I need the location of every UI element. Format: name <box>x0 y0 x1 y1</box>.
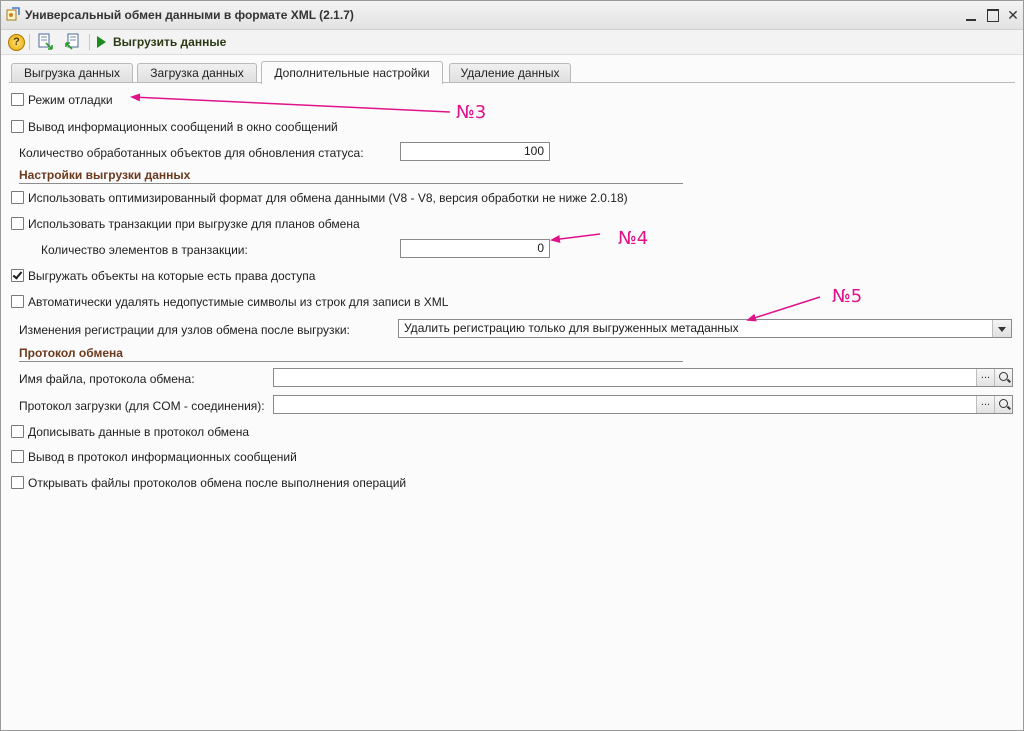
use-transactions-checkbox[interactable]: Использовать транзакции при выгрузке для… <box>11 217 360 231</box>
use-transactions-label: Использовать транзакции при выгрузке для… <box>28 217 360 231</box>
browse-button[interactable]: ... <box>976 396 994 413</box>
load-settings-button[interactable] <box>37 33 55 51</box>
transaction-count-input[interactable]: 0 <box>400 239 550 258</box>
chevron-down-icon <box>998 327 1006 332</box>
minimize-button[interactable] <box>963 7 979 23</box>
main-window: Универсальный обмен данными в формате XM… <box>0 0 1024 731</box>
tab-export[interactable]: Выгрузка данных <box>11 63 133 83</box>
append-data-label: Дописывать данные в протокол обмена <box>28 425 250 439</box>
remove-invalid-chars-label: Автоматически удалять недопустимые симво… <box>28 295 449 309</box>
section-divider <box>19 183 683 184</box>
load-protocol-input[interactable]: ... <box>273 395 1013 414</box>
window-title: Универсальный обмен данными в формате XM… <box>25 8 354 22</box>
app-icon <box>6 7 20 21</box>
checkbox-box <box>11 191 24 204</box>
tab-divider <box>9 82 1015 83</box>
transaction-count-label: Количество элементов в транзакции: <box>41 243 248 257</box>
open-files-checkbox[interactable]: Открывать файлы протоколов обмена после … <box>11 476 406 490</box>
load-protocol-label: Протокол загрузки (для COM - соединения)… <box>19 399 265 413</box>
optimized-format-label: Использовать оптимизированный формат для… <box>28 191 628 205</box>
tab-import[interactable]: Загрузка данных <box>137 63 257 83</box>
checkbox-box <box>11 93 24 106</box>
tab-strip: Выгрузка данных Загрузка данных Дополнит… <box>1 61 1023 84</box>
play-icon <box>97 36 106 48</box>
info-to-protocol-label: Вывод в протокол информационных сообщени… <box>28 450 297 464</box>
toolbar: ? Выгрузить данные <box>1 30 1023 55</box>
protocol-section-title: Протокол обмена <box>19 346 123 360</box>
access-rights-label: Выгружать объекты на которые есть права … <box>28 269 316 283</box>
search-button[interactable] <box>994 369 1012 386</box>
info-to-protocol-checkbox[interactable]: Вывод в протокол информационных сообщени… <box>11 450 297 464</box>
export-settings-section-title: Настройки выгрузки данных <box>19 168 191 182</box>
save-settings-icon <box>65 33 79 50</box>
registration-changes-label: Изменения регистрации для узлов обмена п… <box>19 323 350 337</box>
section-divider <box>19 361 683 362</box>
status-count-input[interactable]: 100 <box>400 142 550 161</box>
title-bar: Универсальный обмен данными в формате XM… <box>1 1 1023 30</box>
close-icon: ✕ <box>1007 7 1019 23</box>
registration-changes-value: Удалить регистрацию только для выгруженн… <box>404 321 739 335</box>
checkbox-box <box>11 217 24 230</box>
help-icon: ? <box>8 34 25 51</box>
checkbox-box <box>11 295 24 308</box>
optimized-format-checkbox[interactable]: Использовать оптимизированный формат для… <box>11 191 628 205</box>
info-messages-checkbox[interactable]: Вывод информационных сообщений в окно со… <box>11 120 338 134</box>
append-data-checkbox[interactable]: Дописывать данные в протокол обмена <box>11 425 249 439</box>
save-settings-button[interactable] <box>63 33 81 51</box>
debug-mode-checkbox[interactable]: Режим отладки <box>11 93 113 107</box>
search-icon <box>999 399 1008 408</box>
annotation-label-3: №3 <box>456 102 487 123</box>
toolbar-separator <box>29 34 30 50</box>
debug-mode-label: Режим отладки <box>28 93 113 107</box>
maximize-button[interactable] <box>985 7 1001 23</box>
close-button[interactable]: ✕ <box>1005 7 1021 23</box>
search-button[interactable] <box>994 396 1012 413</box>
annotation-label-4: №4 <box>618 228 649 249</box>
minimize-icon <box>966 19 976 21</box>
maximize-icon <box>987 9 999 22</box>
checkbox-box <box>11 450 24 463</box>
checkbox-box-checked <box>11 269 24 282</box>
annotation-label-5: №5 <box>832 286 863 307</box>
access-rights-checkbox[interactable]: Выгружать объекты на которые есть права … <box>11 269 315 283</box>
checkbox-box <box>11 425 24 438</box>
search-icon <box>999 372 1008 381</box>
registration-changes-select[interactable]: Удалить регистрацию только для выгруженн… <box>398 319 1012 338</box>
dropdown-button[interactable] <box>992 320 1011 337</box>
checkbox-box <box>11 476 24 489</box>
open-files-label: Открывать файлы протоколов обмена после … <box>28 476 407 490</box>
export-data-label: Выгрузить данные <box>113 35 227 49</box>
load-settings-icon <box>38 33 53 50</box>
protocol-file-input[interactable]: ... <box>273 368 1013 387</box>
status-count-label: Количество обработанных объектов для обн… <box>19 146 364 160</box>
remove-invalid-chars-checkbox[interactable]: Автоматически удалять недопустимые симво… <box>11 295 448 309</box>
info-messages-label: Вывод информационных сообщений в окно со… <box>28 120 338 134</box>
toolbar-separator <box>89 34 90 50</box>
help-button[interactable]: ? <box>7 33 25 51</box>
browse-button[interactable]: ... <box>976 369 994 386</box>
tab-additional-settings[interactable]: Дополнительные настройки <box>261 61 443 84</box>
protocol-file-label: Имя файла, протокола обмена: <box>19 372 195 386</box>
checkbox-box <box>11 120 24 133</box>
tab-delete-data[interactable]: Удаление данных <box>449 63 571 83</box>
